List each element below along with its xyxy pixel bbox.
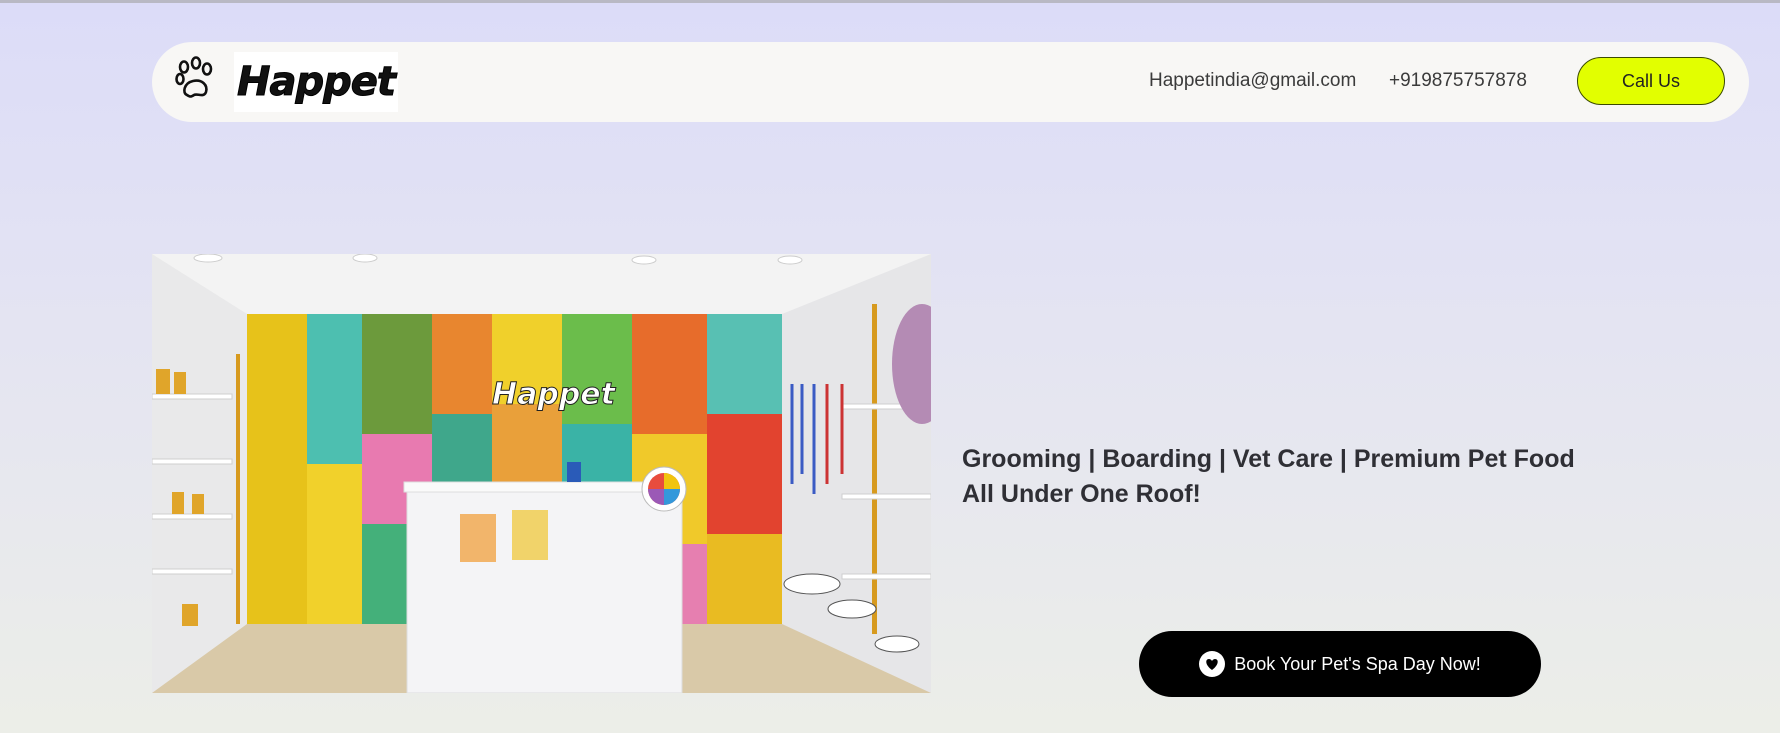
heart-icon: [1199, 651, 1226, 677]
book-spa-label: Book Your Pet's Spa Day Now!: [1234, 653, 1481, 674]
headline-line-1: Grooming | Boarding | Vet Care | Premium…: [962, 445, 1575, 473]
hero-headline: Grooming | Boarding | Vet Care | Premium…: [962, 442, 1662, 512]
email-link[interactable]: Happetindia@gmail.com: [1149, 70, 1356, 92]
store-photo: Happet: [152, 254, 931, 693]
logo-text: Happet: [237, 59, 397, 106]
call-us-button[interactable]: Call Us: [1577, 57, 1725, 105]
top-border: [0, 0, 1780, 3]
book-spa-button[interactable]: Book Your Pet's Spa Day Now!: [1139, 631, 1541, 697]
happet-logo[interactable]: Happet: [234, 52, 398, 112]
paw-icon: [175, 56, 213, 98]
wall-logo: Happet: [492, 377, 617, 412]
headline-line-2: All Under One Roof!: [962, 480, 1201, 508]
phone-link[interactable]: +919875757878: [1389, 70, 1527, 92]
site-header: Happet Happetindia@gmail.com +9198757578…: [152, 42, 1749, 122]
store-interior-image: Happet: [152, 254, 931, 693]
